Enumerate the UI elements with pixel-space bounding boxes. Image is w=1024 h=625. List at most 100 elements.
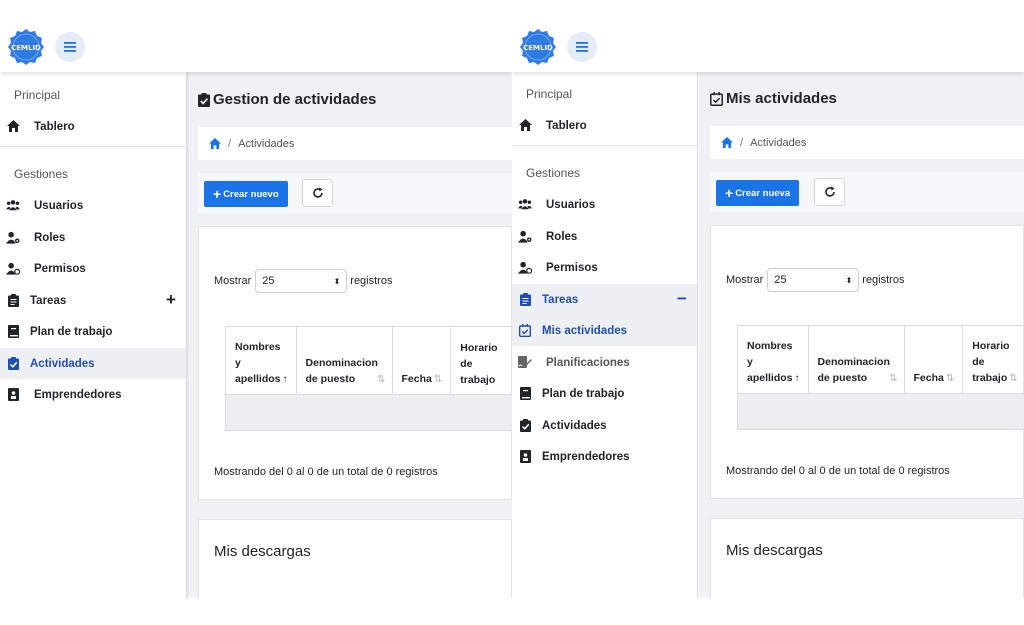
sidebar-item-emprendedores[interactable]: Emprendedores [0, 379, 186, 410]
sidebar-item-usuarios[interactable]: Usuarios [0, 190, 186, 221]
empty-table-row [225, 394, 512, 431]
file-signature-icon [518, 354, 532, 370]
table-info: Mostrando del 0 al 0 de un total de 0 re… [726, 465, 950, 477]
breadcrumb-separator: / [740, 136, 744, 149]
sidebar-item-label: Actividades [542, 419, 607, 432]
sidebar: Principal Tablero Gestiones Usuarios Rol… [512, 72, 698, 598]
sidebar-item-planificaciones[interactable]: Planificaciones [512, 347, 697, 378]
menu-toggle-button[interactable] [567, 32, 597, 62]
column-header-fecha[interactable]: Fecha ⇅ [391, 326, 452, 395]
logo-text: CEMLID [11, 44, 41, 52]
section-gestiones: Gestiones [14, 167, 69, 181]
table-card: Mostrar 25 ⬍ registros Nombres y apellidos ↑… [710, 225, 1024, 499]
sidebar-item-tareas[interactable]: Tareas − [512, 284, 697, 315]
column-header-nombres[interactable]: Nombres y apellidos ↑ [225, 326, 297, 395]
column-header-horario[interactable]: Horario de trabajo [450, 326, 512, 395]
page-title-text: Gestion de actividades [213, 91, 377, 108]
calendar-check-icon [710, 91, 723, 106]
sidebar-item-roles[interactable]: Roles [512, 221, 697, 252]
sidebar: Principal Tablero Gestiones Usuarios Rol… [0, 72, 187, 598]
create-new-button[interactable]: + Crear nueva [716, 180, 800, 206]
data-table: Nombres y apellidos ↑ Denominacion de puesto… [737, 325, 1024, 430]
sidebar-item-label: Plan de trabajo [542, 387, 625, 400]
refresh-button[interactable] [302, 179, 333, 207]
section-gestiones: Gestiones [526, 166, 581, 180]
home-icon[interactable] [721, 137, 733, 148]
cemlid-logo[interactable]: CEMLID [520, 29, 556, 65]
sort-icon: ⇅ [377, 374, 386, 385]
clipboard-icon [518, 291, 532, 307]
menu-toggle-button[interactable] [55, 32, 85, 62]
column-header-denominacion[interactable]: Denominacion de puesto ⇅ [807, 325, 905, 394]
sidebar-item-label: Roles [546, 230, 578, 243]
sidebar-item-label: Emprendedores [34, 388, 122, 401]
sidebar-item-usuarios[interactable]: Usuarios [512, 189, 697, 220]
column-header-fecha[interactable]: Fecha ⇅ [903, 325, 964, 394]
home-icon[interactable] [209, 138, 221, 149]
main-content: Mis actividades / Actividades + Crear nue… [699, 72, 1024, 598]
id-badge-icon [6, 386, 20, 402]
sidebar-item-permisos[interactable]: Permisos [0, 253, 186, 284]
section-principal: Principal [526, 87, 573, 101]
sidebar-item-plan-de-trabajo[interactable]: Plan de trabajo [0, 316, 186, 347]
sidebar-item-label: Tareas [542, 293, 579, 306]
column-header-denominacion[interactable]: Denominacion de puesto ⇅ [295, 326, 393, 395]
section-principal: Principal [14, 88, 61, 102]
sidebar-item-label: Usuarios [546, 198, 596, 211]
left-screenshot-panel: CEMLID Principal Tablero Gestiones Usuar… [0, 0, 512, 598]
page-size-value: 25 [262, 275, 275, 287]
sidebar-item-tablero[interactable]: Tablero [512, 110, 697, 141]
sidebar-divider [0, 146, 186, 147]
page-size-select[interactable]: 25 ⬍ [255, 269, 348, 293]
page-title-text: Mis actividades [726, 90, 837, 107]
home-icon [518, 117, 532, 133]
sort-icon: ⇅ [433, 374, 443, 385]
create-new-label: Crear nueva [735, 187, 791, 199]
sidebar-item-roles[interactable]: Roles [0, 222, 186, 253]
clipboard-icon [6, 292, 20, 308]
sort-select-icon: ⬍ [845, 275, 853, 285]
page-size-select[interactable]: 25 ⬍ [767, 268, 860, 292]
calendar-check-icon [518, 322, 532, 338]
column-header-nombres[interactable]: Nombres y apellidos ↑ [737, 325, 809, 394]
column-header-horario[interactable]: Horario de trabajo ⇅ [962, 325, 1024, 394]
hamburger-icon [64, 42, 76, 52]
sidebar-item-label: Plan de trabajo [30, 325, 113, 338]
sidebar-item-plan-de-trabajo[interactable]: Plan de trabajo [512, 378, 697, 409]
empty-table-row [737, 393, 1024, 430]
refresh-button[interactable] [814, 178, 845, 206]
sidebar-item-permisos[interactable]: Permisos [512, 252, 697, 283]
sidebar-item-mis-actividades[interactable]: Mis actividades [512, 315, 697, 346]
sidebar-item-label: Tablero [34, 120, 75, 133]
main-content: Gestion de actividades / Actividades + Cr… [187, 72, 512, 598]
sidebar-item-emprendedores[interactable]: Emprendedores [512, 441, 697, 472]
sidebar-divider [512, 145, 697, 146]
show-label: Mostrar [214, 275, 252, 287]
breadcrumb-current: Actividades [750, 136, 807, 149]
logo-text: CEMLID [523, 44, 553, 52]
sidebar-item-tareas[interactable]: Tareas + [0, 285, 186, 316]
sort-icon: ⇅ [945, 373, 955, 384]
top-navbar: CEMLID [512, 0, 1024, 72]
minus-icon[interactable]: − [675, 289, 689, 308]
breadcrumb: / Actividades [198, 127, 512, 160]
sidebar-item-actividades[interactable]: Actividades [0, 348, 186, 379]
sidebar-item-label: Actividades [30, 357, 95, 370]
plus-icon: + [725, 185, 734, 201]
sidebar-item-tablero[interactable]: Tablero [0, 111, 186, 142]
cemlid-logo[interactable]: CEMLID [8, 29, 44, 65]
page-size-value: 25 [774, 274, 787, 286]
id-badge-icon [518, 448, 532, 464]
sidebar-item-actividades[interactable]: Actividades [512, 410, 697, 441]
create-new-button[interactable]: + Crear nuevo [204, 181, 288, 207]
users-icon [518, 196, 532, 212]
sidebar-item-label: Usuarios [34, 199, 84, 212]
user-lock-icon [518, 259, 532, 275]
user-cog-icon [518, 228, 532, 244]
sidebar-item-label: Mis actividades [542, 324, 628, 337]
home-icon [6, 118, 20, 134]
plus-icon[interactable]: + [164, 290, 178, 309]
clipboard-check-icon [6, 355, 20, 371]
toolbar: + Crear nuevo [198, 173, 512, 213]
user-cog-icon [6, 229, 20, 245]
